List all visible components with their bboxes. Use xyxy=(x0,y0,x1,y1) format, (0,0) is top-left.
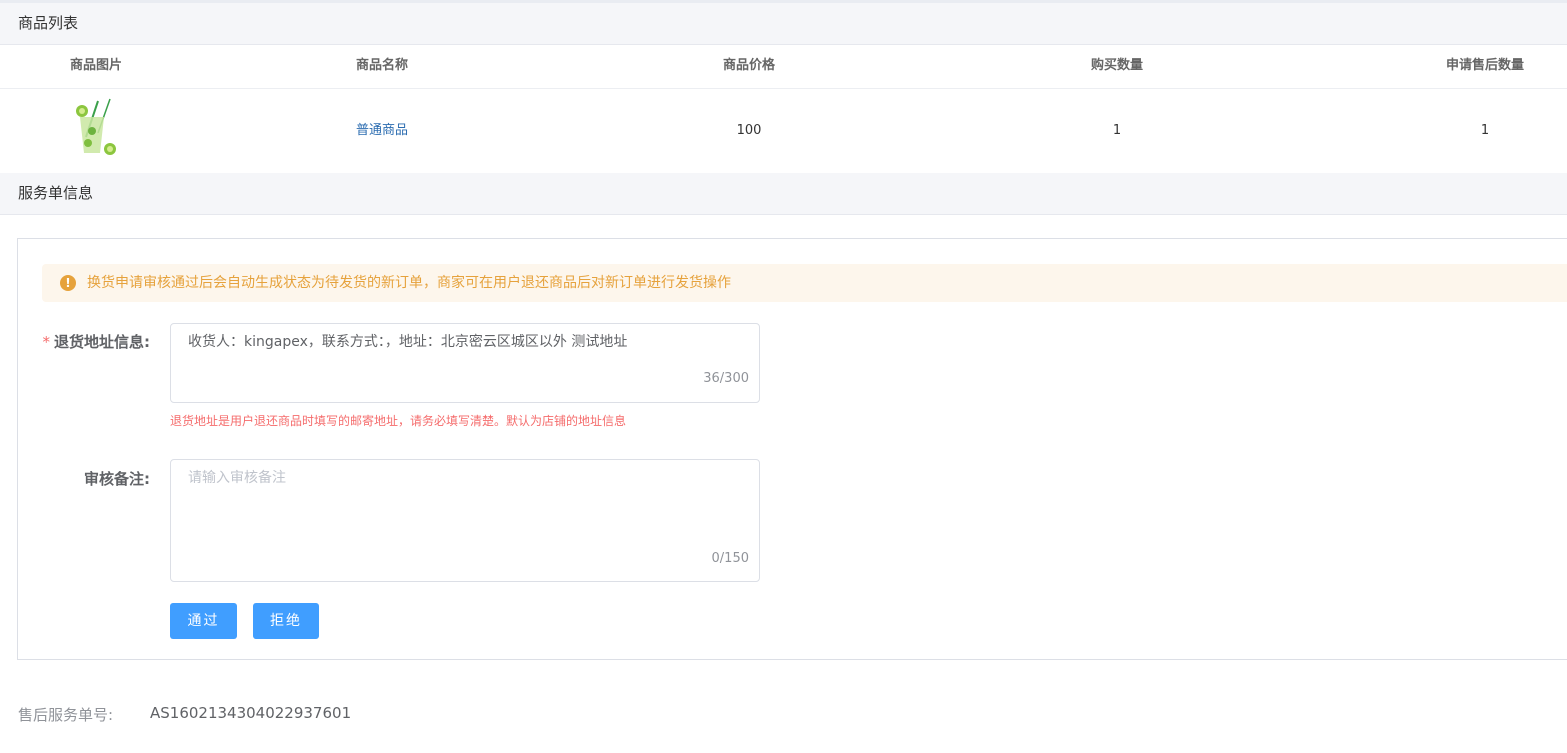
alert-text: 换货申请审核通过后会自动生成状态为待发货的新订单，商家可在用户退还商品后对新订单… xyxy=(87,275,731,291)
column-header-quantity: 购买数量 xyxy=(1090,58,1143,73)
section-title: 商品列表 xyxy=(18,14,79,32)
service-info-header: 服务单信息 xyxy=(0,173,1567,215)
column-header-image: 商品图片 xyxy=(69,58,122,73)
product-list-header: 商品列表 xyxy=(0,3,1567,45)
return-address-hint: 退货地址是用户退还商品时填写的邮寄地址，请务必填写清楚。默认为店铺的地址信息 xyxy=(170,414,627,428)
review-note-counter: 0/150 xyxy=(711,551,749,566)
review-note-placeholder: 请输入审核备注 xyxy=(188,470,286,486)
return-address-value: 收货人：kingapex，联系方式：，地址：北京密云区城区以外 测试地址 xyxy=(188,334,628,350)
section-title: 服务单信息 xyxy=(18,184,94,202)
warning-icon: ! xyxy=(60,275,76,291)
required-mark: * xyxy=(42,333,51,351)
return-address-counter: 36/300 xyxy=(703,371,749,386)
column-header-price: 商品价格 xyxy=(722,58,775,73)
info-alert: ! 换货申请审核通过后会自动生成状态为待发货的新订单，商家可在用户退还商品后对新… xyxy=(42,264,1567,302)
product-name-link[interactable]: 普通商品 xyxy=(286,89,478,173)
table-row: 普通商品 100 1 1 xyxy=(0,89,1567,173)
column-header-name: 商品名称 xyxy=(355,58,408,73)
review-note-textarea[interactable]: 请输入审核备注 0/150 xyxy=(170,459,760,582)
reject-button[interactable]: 拒绝 xyxy=(253,603,319,639)
product-price: 100 xyxy=(736,123,762,138)
return-address-label-text: 退货地址信息: xyxy=(54,333,150,351)
purchase-quantity: 1 xyxy=(1112,123,1122,138)
review-form-panel: ! 换货申请审核通过后会自动生成状态为待发货的新订单，商家可在用户退还商品后对新… xyxy=(17,238,1567,660)
product-image[interactable] xyxy=(70,97,124,157)
table-header: 商品图片 商品名称 商品价格 购买数量 申请售后数量 xyxy=(0,44,1567,89)
return-address-textarea[interactable]: 收货人：kingapex，联系方式：，地址：北京密云区城区以外 测试地址 36/… xyxy=(170,323,760,403)
return-address-label: * 退货地址信息: xyxy=(36,331,151,352)
service-number-value: AS1602134304022937601 xyxy=(150,704,352,722)
review-note-label: 审核备注: xyxy=(84,470,150,488)
service-number-label: 售后服务单号: xyxy=(18,706,114,724)
approve-button[interactable]: 通过 xyxy=(170,603,237,639)
column-header-after-sale-quantity: 申请售后数量 xyxy=(1445,58,1524,73)
product-table: 商品图片 商品名称 商品价格 购买数量 申请售后数量 普通商品 100 1 1 xyxy=(0,44,1567,173)
after-sale-quantity: 1 xyxy=(1480,123,1490,138)
